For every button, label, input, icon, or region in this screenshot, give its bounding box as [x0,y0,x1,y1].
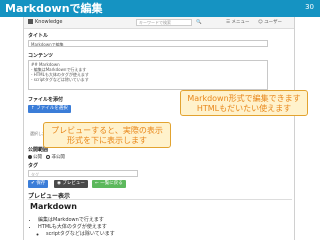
knowledge-logo-icon [28,19,33,24]
callout-line: Markdown形式で編集できます [187,94,301,103]
upload-icon: ↑ [31,106,35,111]
callout-line: HTMLもだいたい使えます [196,104,292,113]
list-item: 編集はMarkdownで行えます [38,217,115,224]
slide-title: Markdownで編集 [5,2,103,15]
save-button[interactable]: ✔ 保存 [28,180,49,188]
callout-preview: プレビューすると、実際の表示 形式を下に表示します [43,122,171,148]
callout-line: プレビューすると、実際の表示 [51,126,163,135]
brand-name: Knowledge [35,19,63,25]
brand[interactable]: Knowledge [28,19,63,26]
content-label: コンテンツ [28,53,54,59]
tag-label: タグ [28,163,39,169]
list-icon: ☰ [226,20,231,25]
visibility-public[interactable]: 公開 [28,155,42,160]
search-input[interactable]: キーワードで検索 [136,19,192,26]
callout-markdown: Markdown形式で編集できます HTMLもだいたい使えます [180,90,308,116]
visibility-options: 公開 非公開 [28,154,65,160]
radio-checked-icon [28,155,32,159]
title-input[interactable]: Markdownで編集 [28,40,268,47]
menu-button[interactable]: ☰ メニュー [224,18,251,27]
list-item: scriptタグなどは除いています [46,231,115,238]
title-label: タイトル [28,33,49,39]
save-icon: ✔ [31,181,35,186]
user-icon: ☺ [258,20,263,25]
back-to-list-button[interactable]: ← 一覧に戻る [92,180,126,188]
slide-header: Markdownで編集 30 [0,0,320,17]
preview-list: 編集はMarkdownで行えます HTMLも大体のタグが使えます scriptタ… [38,217,115,238]
top-navbar: Knowledge キーワードで検索 🔍 ☰ メニュー ☺ ユーザー [24,17,294,29]
list-item: HTMLも大体のタグが使えます [38,224,115,231]
visibility-private[interactable]: 非公開 [46,155,65,160]
user-button[interactable]: ☺ ユーザー [256,18,284,27]
radio-icon [46,155,51,159]
callout-line: 形式を下に表示します [67,136,147,145]
back-icon: ← [95,181,99,186]
attach-file-button[interactable]: ↑ ファイルを選択 [28,105,71,113]
content-textarea[interactable]: ## Markdown - 編集はMarkdownで行えます - HTMLも大体… [28,60,268,90]
tag-input[interactable]: タグ [28,170,138,177]
content-line: - scriptタグなどは除いています [31,77,89,82]
search-icon[interactable]: 🔍 [194,18,204,27]
preview-panel: Markdown 編集はMarkdownで行えます HTMLも大体のタグが使えま… [28,199,292,240]
attach-label: ファイルを添付 [28,97,64,103]
preview-title: Markdown [30,202,77,211]
page-number: 30 [305,3,314,11]
eye-icon: ◉ [57,181,61,186]
preview-button[interactable]: ◉ プレビュー [54,180,88,188]
